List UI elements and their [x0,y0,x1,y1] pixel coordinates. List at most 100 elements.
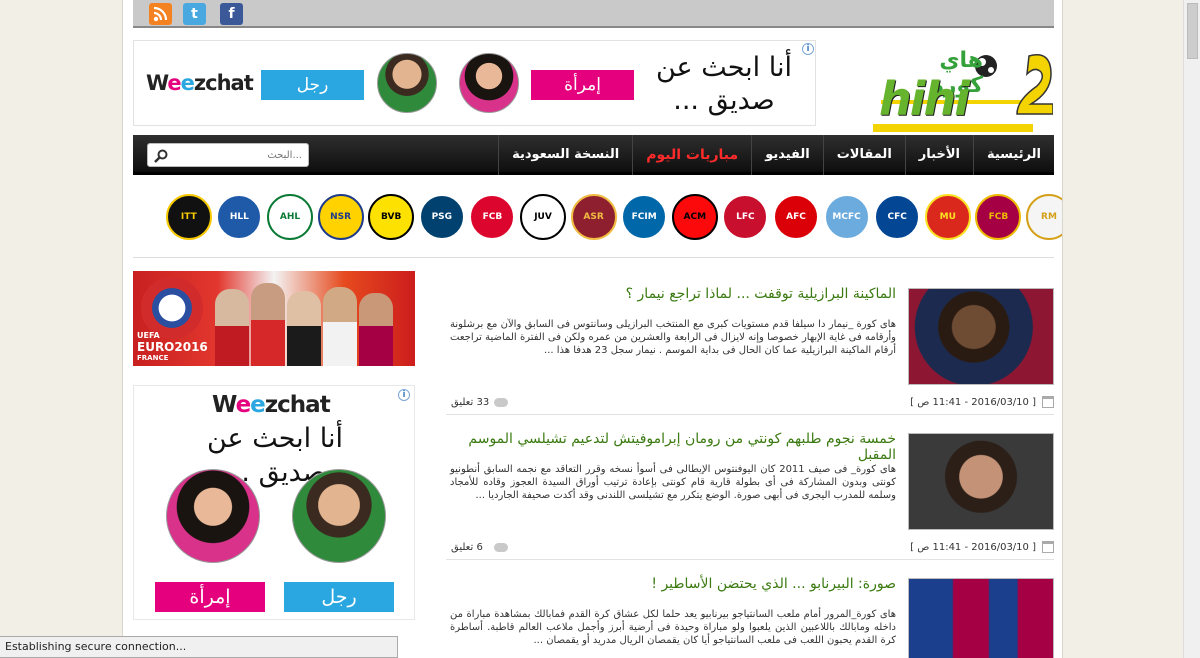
club-logo-manchester-city[interactable]: MCFC [823,194,870,240]
sidebar-woman-button[interactable]: إمرأة [155,582,265,612]
club-abbr: FCB [482,212,503,222]
club-abbr: ACM [683,212,707,222]
brand-e1: e [167,71,181,95]
club-logo-ac-milan[interactable]: ACM [671,194,718,240]
euro-text: UEFA EURO2016 FRANCE [137,331,208,362]
main-nav: الرئيسية الأخبار المقالات الفيديو مباريا… [133,135,1054,175]
brand-w: W [146,71,168,95]
club-logo-juventus[interactable]: JUV [520,194,566,240]
club-logo-barcelona[interactable]: FCB [975,194,1022,240]
page-scrollbar[interactable] [1183,0,1200,658]
club-abbr: NSR [330,212,352,222]
player-figure-2 [251,283,285,366]
club-abbr: FCIM [631,212,657,222]
browser-status-bar: Establishing secure connection... [0,636,398,658]
post-excerpt: هاى كورة _نيمار دا سيلفا قدم مستويات كبر… [450,319,896,356]
club-logo-al-ahli[interactable]: AHL [267,194,313,240]
club-abbr: CFC [887,212,907,222]
site-logo[interactable]: هاي كورة hihi 2 [873,42,1054,132]
sidebar-brand-rest: zchat [264,392,331,418]
club-abbr: AHL [279,212,301,222]
comment-icon [494,398,508,407]
post-excerpt: هاى كورة_المرور أمام ملعب السانتياجو بير… [450,609,896,646]
weezchat-logo: Weezchat [146,71,254,95]
club-abbr: RM [1041,212,1057,222]
search-box [147,143,309,167]
post-date: [ 2016/03/10 - 11:41 ص ] [910,542,1036,553]
brand-rest: zchat [193,71,254,95]
club-logos-bar: RM FCB MU CFC MCFC AFC LFC ACM FCIM ASR JUV FCB PSG B… [133,178,1062,258]
euro-2016-banner[interactable]: UEFA EURO2016 FRANCE [133,271,415,366]
club-logo-al-hilal[interactable]: HLL [216,194,263,240]
club-logo-manchester-united[interactable]: MU [924,194,971,240]
rss-icon[interactable] [149,3,172,25]
club-abbr: AFC [786,212,806,222]
club-abbr: MU [939,212,956,222]
club-logo-roma[interactable]: ASR [570,194,617,240]
rss-glyph [153,6,168,22]
calendar-icon [1042,396,1054,408]
scrollbar-thumb[interactable] [1187,3,1198,59]
brand-e2: e [180,71,195,95]
top-social-bar: t f [133,0,1054,28]
nav-news[interactable]: الأخبار [904,135,973,175]
search-icon[interactable] [154,149,168,163]
club-logo-psg[interactable]: PSG [418,194,465,240]
club-logo-al-ittihad[interactable]: ITT [165,194,212,240]
man-button[interactable]: رجل [261,70,364,100]
sidebar-weezchat-logo: Weezchat [212,392,331,418]
nav-home[interactable]: الرئيسية [972,135,1054,175]
post-thumbnail[interactable] [908,578,1054,658]
club-logo-dortmund[interactable]: BVB [368,194,415,240]
sidebar-brand-e1: e [235,392,252,418]
post-comment-count[interactable]: 6 تعليق [451,542,483,553]
post-thumbnail[interactable] [908,433,1054,530]
nav-today-matches[interactable]: مباريات اليوم [632,135,751,175]
club-logo-arsenal[interactable]: AFC [773,194,819,240]
woman-avatar [459,53,519,113]
club-logo-inter[interactable]: FCIM [621,194,668,240]
top-ad-banner[interactable]: i Weezchat رجل إمرأة أنا ابحث عن صديق ..… [133,40,816,126]
euro-france: FRANCE [137,354,169,362]
search-input[interactable] [172,147,302,163]
logo-latin: hihi [879,72,970,126]
nav-articles[interactable]: المقالات [822,135,905,175]
twitter-icon[interactable]: t [183,3,206,25]
sidebar-ad[interactable]: i Weezchat أنا ابحث عن صديق ... إمرأة رج… [133,385,415,620]
ad-headline: أنا ابحث عن صديق ... [639,51,809,117]
sidebar-brand-e2: e [250,392,266,418]
sidebar-man-avatar [292,469,386,563]
post-title[interactable]: صورة: البيرنابو ... الذي يحتضن الأساطير … [446,576,896,592]
post-meta: [ 2016/03/10 - 11:41 ص ] 6 تعليق [446,540,1054,560]
club-abbr: ITT [180,212,197,222]
sidebar-ad-info-icon[interactable]: i [398,389,410,401]
post-title[interactable]: خمسة نجوم طلبهم كونتي من رومان إبراموفيت… [446,431,896,463]
club-logo-real-madrid[interactable]: RM [1026,194,1062,240]
club-abbr: FCB [988,212,1009,222]
nav-videos[interactable]: الفيديو [751,135,823,175]
facebook-icon[interactable]: f [220,3,243,25]
woman-button[interactable]: إمرأة [531,70,634,100]
post-meta: [ 2016/03/10 - 11:41 ص ] 33 تعليق [446,395,1054,415]
euro-logo-icon [141,277,203,339]
club-logo-chelsea[interactable]: CFC [874,194,921,240]
post-date: [ 2016/03/10 - 11:41 ص ] [910,397,1036,408]
club-logo-bayern[interactable]: FCB [469,194,516,240]
post-thumbnail[interactable] [908,288,1054,385]
player-figure-4 [323,287,357,366]
nav-saudi-edition[interactable]: النسخة السعودية [498,135,632,175]
logo-number: 2 [1019,72,1051,126]
sidebar-man-button[interactable]: رجل [284,582,394,612]
club-abbr: PSG [431,212,453,222]
club-abbr: BVB [381,212,402,222]
club-abbr: LFC [736,212,755,222]
club-logo-liverpool[interactable]: LFC [722,194,769,240]
player-figure-1 [215,289,249,366]
post-title[interactable]: الماكينة البرازيلية توقفت ... لماذا تراج… [446,286,896,302]
nav-items: الرئيسية الأخبار المقالات الفيديو مباريا… [498,135,1054,175]
player-figure-3 [287,291,321,366]
calendar-icon [1042,541,1054,553]
post-comment-count[interactable]: 33 تعليق [451,397,489,408]
comment-icon [494,543,508,552]
club-logo-al-nassr[interactable]: NSR [317,194,364,240]
